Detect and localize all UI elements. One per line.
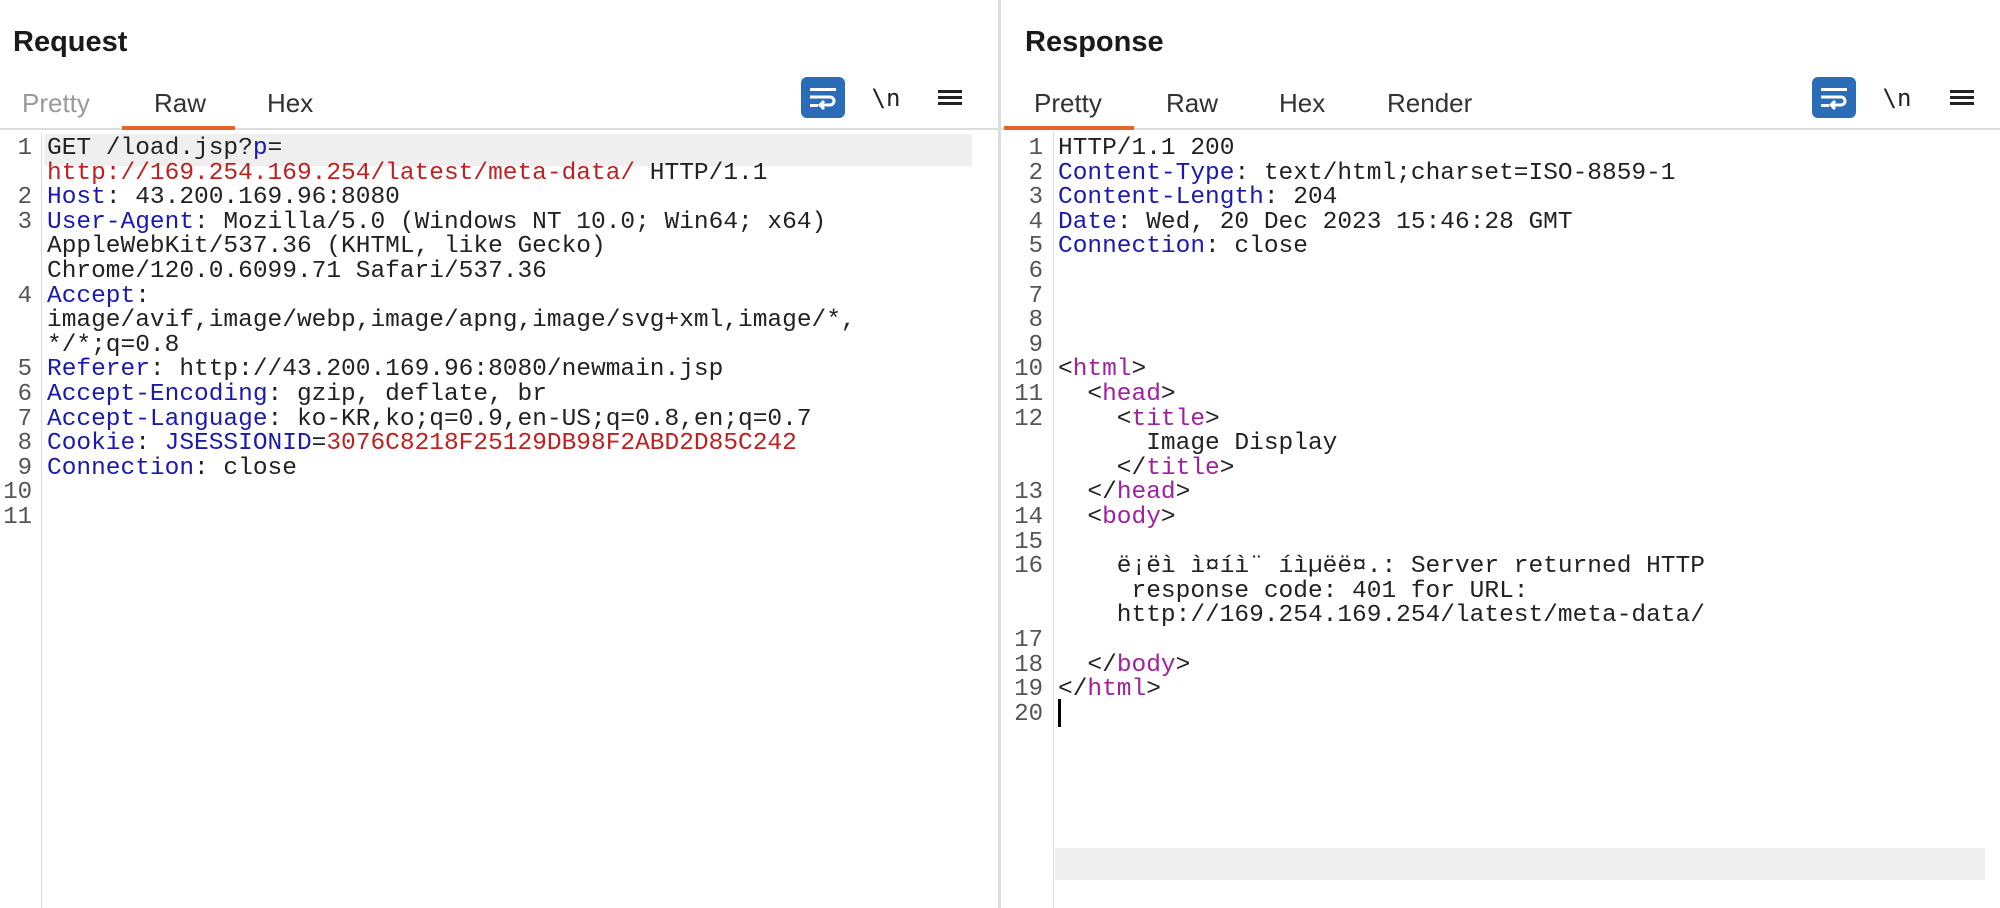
response-newline-toggle-button[interactable]: \n [1877,77,1917,118]
line-number: 20 [1014,700,1043,728]
code-token: Connection [1058,233,1206,261]
line-number: 4 [17,282,32,310]
code-token: > [1146,676,1161,704]
response-editor[interactable]: 1 HTTP/1.1 200 2 Content-Type: text/html;ch… [1001,132,2000,908]
code-token: body [1102,504,1161,531]
current-line-highlight [1055,848,1985,880]
response-pane: Response Pretty Raw Hex Render \n 1 HTTP/… [1001,0,2000,908]
code-token: : close [1205,233,1308,261]
request-title: Request [13,26,128,58]
request-tab-pretty[interactable]: Pretty [22,88,90,119]
request-editor[interactable]: 1 GET /load.jsp?p= http://169.254.169.254/… [0,132,998,908]
request-wrap-toggle-button[interactable] [801,77,845,118]
line-number: 1 [17,135,32,162]
line-number: 12 [1014,405,1043,433]
code-line [1058,699,1061,730]
request-tabbar: Pretty Raw Hex [0,80,998,130]
code-token: > [1219,454,1235,482]
line-number: 11 [3,504,32,531]
hamburger-icon [1950,87,1974,108]
code-token: http://169.254.169.254/latest/meta-data/ [1058,602,1705,630]
line-number: 3 [17,208,32,236]
request-menu-button[interactable] [932,77,968,118]
code-token: > [1175,479,1191,507]
code-token: : close [194,454,297,482]
word-wrap-icon [1821,87,1847,110]
response-wrap-toggle-button[interactable] [1812,77,1856,118]
code-line: http://169.254.169.254/latest/meta-data/ [1058,600,1705,631]
code-token: Connection [47,454,195,482]
response-menu-button[interactable] [1944,77,1980,118]
response-tab-pretty[interactable]: Pretty [1034,88,1102,119]
code-token: HTTP/1.1 [635,159,768,187]
code-token: < [1058,504,1103,531]
text-caret [1058,699,1061,728]
code-line: Connection: close [1058,231,1308,262]
line-number: 16 [1014,553,1043,581]
response-gutter-divider [1053,132,1054,908]
code-token: = [311,430,327,458]
response-tab-render[interactable]: Render [1387,88,1472,119]
response-title: Response [1025,26,1164,58]
code-token: > [1175,651,1191,679]
request-newline-toggle-button[interactable]: \n [866,77,906,118]
response-tab-hex[interactable]: Hex [1279,88,1325,119]
response-active-tab-indicator [1004,126,1134,130]
code-token: 3076C8218F25129DB98F2ABD2D85C242 [326,430,797,458]
request-active-tab-indicator [122,126,235,130]
request-gutter-divider [41,132,42,908]
word-wrap-icon [810,87,836,110]
code-token: html [1087,676,1147,704]
request-tab-raw[interactable]: Raw [154,88,206,119]
response-tab-raw[interactable]: Raw [1166,88,1218,119]
code-line: Connection: close [47,453,297,484]
code-token: > [1160,504,1176,531]
code-line: <body> [1058,502,1176,533]
request-tab-hex[interactable]: Hex [267,88,313,119]
code-token: </ [1058,676,1088,704]
code-line: </html> [1058,674,1161,705]
hamburger-icon [938,87,962,108]
request-pane: Request Pretty Raw Hex \n 1 GET /load.jsp… [0,0,998,908]
